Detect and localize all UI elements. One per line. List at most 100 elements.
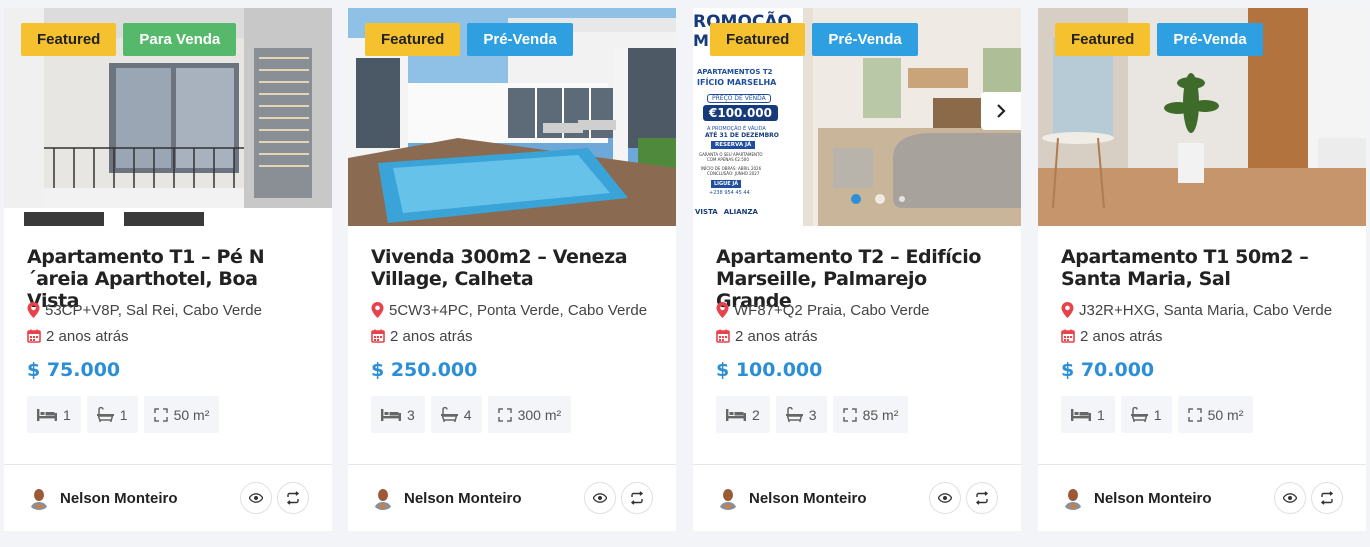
area-feature: 300 m²: [487, 396, 572, 433]
compare-button[interactable]: [966, 482, 998, 514]
agent-name[interactable]: Nelson Monteiro: [1094, 490, 1269, 507]
agent-name[interactable]: Nelson Monteiro: [60, 490, 235, 507]
property-card[interactable]: ROMOÇÃO MPERDÍVEL APARTAMENTOS T2 IFÍCIO…: [693, 8, 1021, 531]
property-date: 2 anos atrás: [716, 326, 998, 346]
preview-button[interactable]: [584, 482, 616, 514]
property-image[interactable]: Featured Pré-Venda: [348, 8, 676, 226]
property-features: 3 4 300 m²: [371, 396, 653, 433]
agent-name[interactable]: Nelson Monteiro: [749, 490, 924, 507]
slider-next-button[interactable]: [981, 92, 1021, 130]
status-badge[interactable]: Pré-Venda: [812, 23, 918, 56]
baths-count: 4: [463, 406, 472, 423]
area-expand-icon: [497, 407, 512, 422]
baths-count: 1: [1153, 406, 1162, 423]
avatar[interactable]: [371, 486, 395, 510]
baths-feature: 3: [775, 396, 827, 433]
bed-icon: [37, 408, 57, 421]
status-badge[interactable]: Pré-Venda: [1157, 23, 1263, 56]
slider-dot-2[interactable]: [875, 194, 885, 204]
property-price: $ 75.000: [27, 359, 121, 381]
bed-icon: [381, 408, 401, 421]
status-badge[interactable]: Pré-Venda: [467, 23, 573, 56]
property-image-slider[interactable]: ROMOÇÃO MPERDÍVEL APARTAMENTOS T2 IFÍCIO…: [693, 8, 1021, 226]
preview-button[interactable]: [1274, 482, 1306, 514]
compare-button[interactable]: [1311, 482, 1343, 514]
avatar[interactable]: [716, 486, 740, 510]
property-card[interactable]: Featured Pré-Venda Apartamento T1 50m2 –…: [1038, 8, 1366, 531]
slider-dot-3[interactable]: [899, 196, 905, 202]
beds-count: 1: [63, 406, 71, 423]
beds-feature: 1: [27, 396, 81, 433]
brand-vista: VISTA: [695, 208, 718, 216]
avatar[interactable]: [1061, 486, 1085, 510]
property-card[interactable]: Featured Para Venda Apartamento T1 – Pé …: [4, 8, 332, 531]
bed-icon: [726, 408, 746, 421]
bath-icon: [440, 407, 458, 422]
beds-feature: 2: [716, 396, 770, 433]
badge-group: Featured Pré-Venda: [365, 23, 573, 56]
compare-button[interactable]: [277, 482, 309, 514]
agent-name[interactable]: Nelson Monteiro: [404, 490, 579, 507]
featured-badge[interactable]: Featured: [365, 23, 461, 56]
compare-icon: [630, 491, 644, 505]
chevron-right-icon: [997, 104, 1006, 118]
baths-feature: 1: [86, 396, 138, 433]
badge-group: Featured Pré-Venda: [710, 23, 918, 56]
area-feature: 50 m²: [1177, 396, 1254, 433]
card-body: Apartamento T1 50m2 – Santa Maria, Sal J…: [1038, 226, 1366, 466]
avatar[interactable]: [27, 486, 51, 510]
badge-group: Featured Pré-Venda: [1055, 23, 1263, 56]
property-image[interactable]: Featured Pré-Venda: [1038, 8, 1366, 226]
address-text: 53CP+V8P, Sal Rei, Cabo Verde: [45, 301, 262, 319]
property-date: 2 anos atrás: [27, 326, 309, 346]
property-address: WF87+Q2 Praia, Cabo Verde: [716, 300, 998, 320]
calendar-icon: [27, 329, 41, 343]
property-image[interactable]: Featured Para Venda: [4, 8, 332, 226]
address-text: J32R+HXG, Santa Maria, Cabo Verde: [1079, 301, 1333, 319]
date-text: 2 anos atrás: [1080, 327, 1163, 345]
beds-feature: 1: [1061, 396, 1115, 433]
area-value: 50 m²: [173, 406, 210, 423]
preview-button[interactable]: [929, 482, 961, 514]
area-feature: 50 m²: [143, 396, 220, 433]
property-price: $ 100.000: [716, 359, 823, 381]
property-title[interactable]: Vivenda 300m2 – Veneza Village, Calheta: [371, 246, 653, 290]
property-title[interactable]: Apartamento T1 50m2 – Santa Maria, Sal: [1061, 246, 1343, 290]
map-pin-icon: [371, 302, 384, 318]
compare-button[interactable]: [621, 482, 653, 514]
date-text: 2 anos atrás: [735, 327, 818, 345]
compare-icon: [1320, 491, 1334, 505]
property-title[interactable]: Apartamento T1 – Pé N´areia Aparthotel, …: [27, 246, 309, 312]
eye-icon: [1283, 493, 1297, 503]
eye-icon: [249, 493, 263, 503]
map-pin-icon: [1061, 302, 1074, 318]
featured-badge[interactable]: Featured: [21, 23, 117, 56]
bath-icon: [785, 407, 803, 422]
property-features: 1 1 50 m²: [1061, 396, 1343, 433]
slider-dots: [851, 194, 905, 204]
promo-phone: +238 954 45 44: [709, 190, 750, 196]
baths-feature: 4: [430, 396, 482, 433]
property-grid: Featured Para Venda Apartamento T1 – Pé …: [4, 8, 1366, 531]
bath-icon: [96, 407, 114, 422]
eye-icon: [593, 493, 607, 503]
compare-icon: [975, 491, 989, 505]
date-text: 2 anos atrás: [390, 327, 473, 345]
slider-dot-1[interactable]: [851, 194, 861, 204]
featured-badge[interactable]: Featured: [1055, 23, 1151, 56]
property-address: 5CW3+4PC, Ponta Verde, Cabo Verde: [371, 300, 653, 320]
map-pin-icon: [716, 302, 729, 318]
status-badge[interactable]: Para Venda: [123, 23, 237, 56]
featured-badge[interactable]: Featured: [710, 23, 806, 56]
address-text: 5CW3+4PC, Ponta Verde, Cabo Verde: [389, 301, 648, 319]
property-title[interactable]: Apartamento T2 – Edifício Marseille, Pal…: [716, 246, 998, 312]
promo-works-2: CONCLUSÃO: JUNHO 2027: [707, 171, 760, 176]
property-card[interactable]: Featured Pré-Venda Vivenda 300m2 – Venez…: [348, 8, 676, 531]
date-text: 2 anos atrás: [46, 327, 129, 345]
property-price: $ 250.000: [371, 359, 478, 381]
calendar-icon: [716, 329, 730, 343]
promo-note-2: ATÉ 31 DE DEZEMBRO: [705, 132, 779, 139]
promo-sub-2: IFÍCIO MARSELHA: [697, 78, 777, 87]
area-expand-icon: [153, 407, 168, 422]
preview-button[interactable]: [240, 482, 272, 514]
